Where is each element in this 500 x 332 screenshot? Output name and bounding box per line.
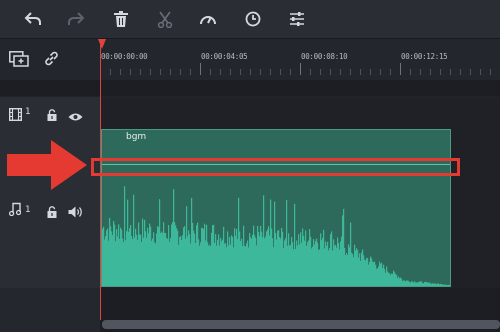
undo-icon (24, 12, 41, 25)
playhead-handle[interactable] (98, 39, 106, 49)
ruler-tick (160, 69, 161, 75)
timeline-toolbar (0, 0, 500, 39)
ruler-tick (480, 69, 481, 75)
speed-button[interactable] (193, 4, 223, 34)
ruler-tick (220, 69, 221, 75)
redo-button[interactable] (61, 4, 91, 34)
ruler-tick (120, 69, 121, 75)
add-track-icon[interactable] (9, 51, 29, 71)
ruler-tick (390, 69, 391, 75)
timecode-label: 00:00:04:05 (201, 52, 248, 61)
sliders-icon (290, 12, 304, 26)
annotation-highlight-box (91, 158, 460, 176)
audio-waveform (102, 164, 450, 286)
video-track-header: 1 (0, 97, 101, 128)
ruler-tick (490, 69, 491, 75)
ruler-tick (210, 69, 211, 75)
trash-icon (114, 11, 128, 27)
track-header-controls (0, 39, 100, 81)
ruler-tick (150, 69, 151, 75)
ruler-tick (440, 69, 441, 75)
film-icon (8, 106, 23, 125)
audio-track-number: 1 (25, 205, 31, 215)
timecode-label: 00:00:08:10 (301, 52, 348, 61)
clip-label: bgm (126, 132, 147, 142)
ruler-tick (460, 69, 461, 75)
scissors-icon (157, 11, 173, 28)
timecode-label: 00:00:00:00 (101, 52, 148, 61)
adjust-button[interactable] (282, 4, 312, 34)
ruler-tick (470, 69, 471, 75)
ruler-tick (320, 69, 321, 75)
ruler-tick (180, 69, 181, 75)
audio-clip[interactable]: bgm (101, 129, 451, 287)
ruler-tick (350, 69, 351, 75)
video-track-number: 1 (25, 107, 31, 117)
ruler-tick (110, 69, 111, 75)
speedometer-icon (200, 16, 216, 25)
ruler-tick (280, 69, 281, 75)
music-note-icon (8, 201, 22, 220)
ruler-tick (230, 69, 231, 75)
undo-button[interactable] (18, 4, 48, 34)
ruler-tick (250, 69, 251, 75)
speaker-icon[interactable] (68, 203, 83, 222)
ruler-tick (130, 69, 131, 75)
ruler-tick (360, 69, 361, 75)
ruler-tick (200, 63, 201, 75)
video-track-lane[interactable] (101, 97, 500, 129)
ruler-tick (170, 69, 171, 75)
ruler-tick (340, 69, 341, 75)
track-header-empty (0, 288, 100, 332)
ruler-tick (290, 69, 291, 75)
ruler-tick (310, 69, 311, 75)
ruler-tick (190, 69, 191, 75)
delete-button[interactable] (106, 4, 136, 34)
ruler-tick (370, 69, 371, 75)
duration-button[interactable] (238, 4, 268, 34)
ruler-tick (380, 69, 381, 75)
lock-icon[interactable] (47, 203, 57, 222)
cut-button[interactable] (150, 4, 180, 34)
horizontal-scrollbar[interactable] (102, 320, 500, 329)
ruler-tick (400, 63, 401, 75)
lock-icon[interactable] (47, 106, 57, 125)
ruler-tick (140, 69, 141, 75)
ruler-tick (330, 69, 331, 75)
track-spacer (0, 80, 500, 96)
clock-icon (245, 11, 261, 27)
playhead-line[interactable] (100, 39, 101, 320)
ruler-tick (420, 69, 421, 75)
ruler-tick (270, 69, 271, 75)
time-ruler[interactable]: 00:00:00:00 00:00:04:05 00:00:08:10 00:00:1… (100, 39, 500, 81)
redo-icon (68, 12, 85, 25)
link-icon[interactable] (43, 50, 60, 71)
eye-icon[interactable] (68, 107, 83, 126)
ruler-tick (260, 69, 261, 75)
ruler-tick (410, 69, 411, 75)
ruler-tick (450, 69, 451, 75)
ruler-tick (300, 63, 301, 75)
timecode-label: 00:00:12:15 (401, 52, 448, 61)
ruler-tick (430, 69, 431, 75)
annotation-arrow (7, 140, 87, 190)
ruler-tick (240, 69, 241, 75)
